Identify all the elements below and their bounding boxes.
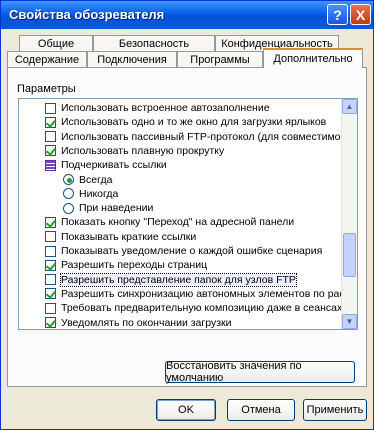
setting-row[interactable]: Использовать встроенное автозаполнение (45, 101, 270, 115)
apply-button[interactable]: Применить (303, 399, 367, 421)
setting-label: Показывать краткие ссылки (61, 230, 197, 243)
setting-row[interactable]: Показать кнопку "Переход" на адресной па… (45, 215, 294, 229)
setting-checkbox[interactable] (45, 302, 56, 314)
setting-label: Требовать предварительную композицию даж… (61, 302, 351, 315)
dialog-window: Свойства обозревателя ? X Общие Безопасн… (0, 0, 374, 430)
help-button[interactable]: ? (327, 4, 348, 25)
setting-row[interactable]: Никогда (63, 187, 118, 201)
tab-programs[interactable]: Программы (177, 51, 263, 68)
scroll-up-icon[interactable]: ▲ (342, 99, 357, 114)
close-button[interactable]: X (350, 4, 371, 25)
setting-label: Разрешить синхронизацию автономных элеме… (61, 287, 351, 300)
tab-general[interactable]: Общие (19, 35, 93, 52)
settings-list[interactable]: Использовать встроенное автозаполнение Ис… (18, 98, 358, 330)
setting-label: Никогда (79, 187, 119, 200)
setting-row[interactable]: Разрешить переходы страниц (45, 258, 207, 272)
setting-checkbox[interactable] (45, 245, 56, 257)
setting-checkbox[interactable] (45, 216, 56, 228)
setting-row[interactable]: Подчеркивать ссылки (45, 158, 167, 172)
setting-row[interactable]: Уведомлять по окончании загрузки (45, 316, 231, 330)
setting-label: Использовать плавную прокрутку (61, 144, 225, 157)
setting-row[interactable]: Использовать плавную прокрутку (45, 144, 224, 158)
setting-checkbox[interactable] (45, 145, 56, 157)
setting-checkbox[interactable] (45, 102, 56, 114)
setting-label: Разрешить представление папок для узлов … (60, 272, 297, 287)
setting-label: Уведомлять по окончании загрузки (61, 316, 232, 329)
setting-row[interactable]: Использовать одно и то же окно для загру… (45, 115, 326, 129)
setting-label: Подчеркивать ссылки (61, 159, 167, 172)
params-label: Параметры (17, 83, 76, 95)
setting-checkbox[interactable] (45, 259, 56, 271)
tab-connections[interactable]: Подключения (87, 51, 177, 68)
restore-defaults-button[interactable]: Восстановить значения по умолчанию (165, 360, 355, 384)
group-list-icon (45, 159, 56, 171)
scroll-thumb[interactable] (343, 233, 356, 277)
setting-label: Показывать уведомление о каждой ошибке с… (61, 245, 323, 257)
setting-row[interactable]: Разрешить синхронизацию автономных элеме… (45, 287, 350, 301)
title-bar[interactable]: Свойства обозревателя ? X (1, 1, 373, 29)
setting-row[interactable]: Всегда (63, 173, 112, 187)
setting-label: При наведении (79, 202, 154, 215)
setting-checkbox[interactable] (45, 288, 56, 300)
window-title: Свойства обозревателя (9, 7, 165, 22)
setting-row[interactable]: При наведении (63, 201, 153, 215)
setting-row[interactable]: Разрешить представление папок для узлов … (45, 272, 297, 287)
setting-checkbox[interactable] (45, 274, 56, 286)
setting-checkbox[interactable] (45, 317, 56, 328)
ok-button[interactable]: OK (156, 399, 216, 421)
setting-checkbox[interactable] (45, 116, 56, 128)
setting-checkbox[interactable] (45, 131, 56, 143)
setting-checkbox[interactable] (45, 231, 56, 243)
setting-row[interactable]: Показывать краткие ссылки (45, 230, 196, 244)
setting-label: Показать кнопку "Переход" на адресной па… (61, 216, 295, 229)
setting-label: Использовать встроенное автозаполнение (61, 102, 270, 114)
tab-content[interactable]: Содержание (7, 51, 87, 68)
scroll-down-icon[interactable]: ▼ (342, 314, 357, 329)
setting-row[interactable]: Использовать пассивный FTP-протокол (для… (45, 130, 351, 144)
cancel-button[interactable]: Отмена (227, 399, 295, 421)
setting-label: Разрешить переходы страниц (61, 259, 208, 272)
setting-label: Использовать одно и то же окно для загру… (61, 116, 327, 129)
setting-radio[interactable] (63, 188, 74, 200)
setting-radio[interactable] (63, 174, 74, 185)
setting-label: Всегда (79, 173, 113, 186)
setting-radio[interactable] (63, 202, 74, 214)
setting-label: Использовать пассивный FTP-протокол (для… (61, 130, 351, 143)
tab-security[interactable]: Безопасность (93, 35, 215, 52)
scrollbar[interactable]: ▲ ▼ (341, 99, 357, 329)
setting-row[interactable]: Показывать уведомление о каждой ошибке с… (45, 244, 322, 258)
setting-row[interactable]: Требовать предварительную композицию даж… (45, 301, 350, 315)
tab-advanced[interactable]: Дополнительно (263, 48, 363, 68)
